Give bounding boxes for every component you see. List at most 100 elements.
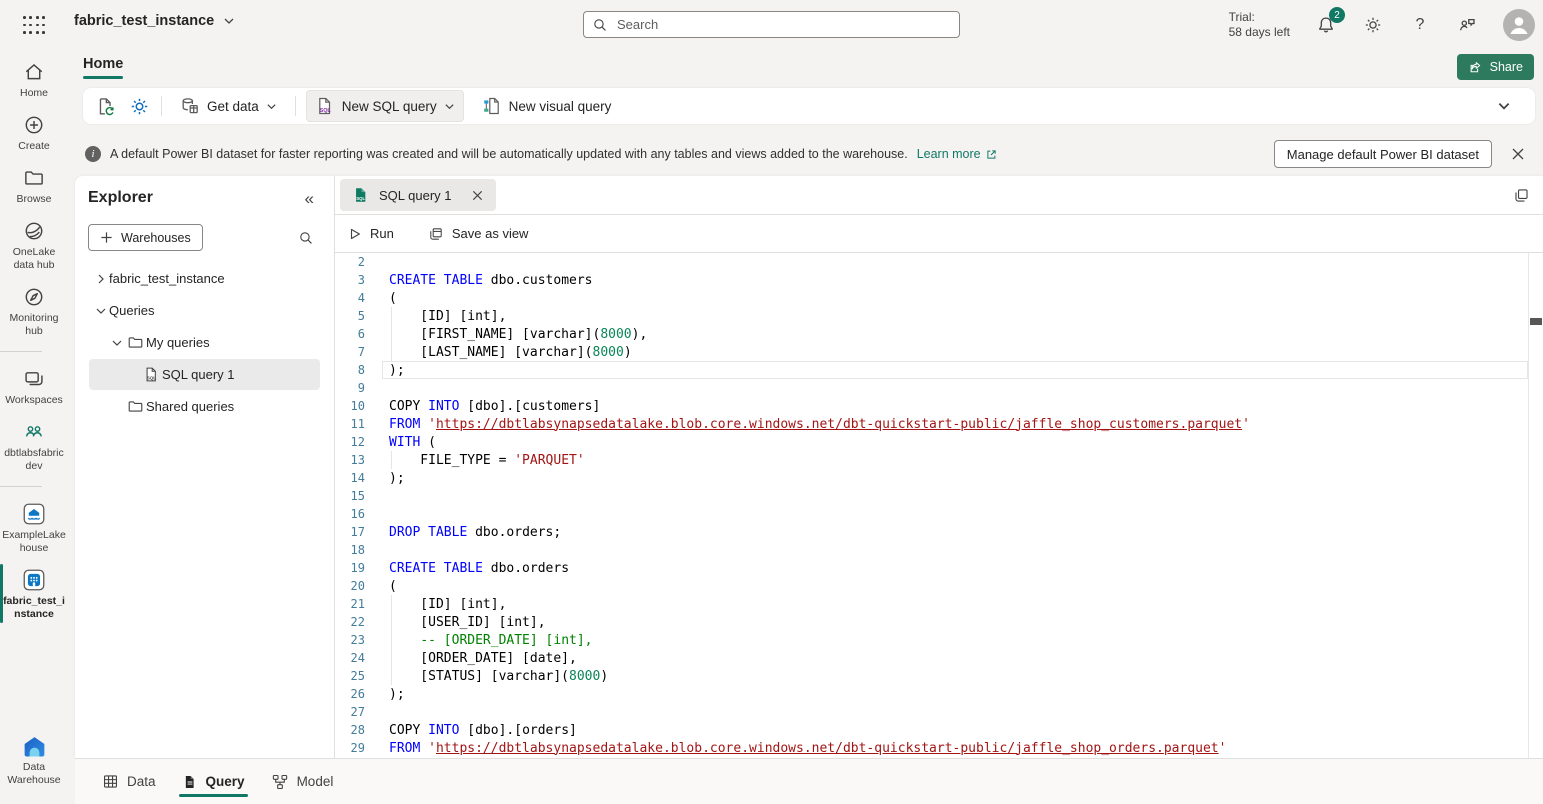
code-text: [FIRST_NAME] [varchar](8000), <box>389 327 647 342</box>
chevron-right-icon[interactable] <box>92 273 109 285</box>
add-warehouses-button[interactable]: Warehouses <box>88 224 203 251</box>
workspace-name: fabric_test_instance <box>74 13 214 29</box>
run-button[interactable]: Run <box>348 226 394 241</box>
save-as-view-button[interactable]: Save as view <box>428 226 529 242</box>
rail-item-workspaces[interactable]: Workspaces <box>0 367 68 407</box>
rail-item-dbtlabsfabricdev[interactable]: dbtlabsfabricdev <box>0 420 68 473</box>
notifications-button[interactable]: 2 <box>1315 14 1337 36</box>
tree-item-label: SQL query 1 <box>162 367 235 382</box>
code-line-16: 16 <box>335 505 1543 523</box>
code-line-26: 26); <box>335 685 1543 703</box>
rail-item-monitoring-hub[interactable]: Monitoring hub <box>0 285 68 338</box>
get-data-button[interactable]: Get data <box>172 91 285 121</box>
tab-sql-query-1[interactable]: SQL SQL query 1 <box>340 179 496 211</box>
code-line-8: 8); <box>335 361 1543 379</box>
code-text: COPY INTO [dbo].[customers] <box>389 399 600 414</box>
feedback-button[interactable] <box>1456 14 1478 36</box>
new-visual-query-button[interactable]: New visual query <box>474 91 620 121</box>
line-number: 15 <box>335 489 365 503</box>
settings-button[interactable] <box>1362 14 1384 36</box>
rail-item-browse[interactable]: Browse <box>0 166 68 206</box>
copy-icon[interactable] <box>1513 187 1530 204</box>
rail-item-label: Home <box>2 87 66 100</box>
learn-more-label: Learn more <box>917 147 981 161</box>
content-card: Explorer « Warehouses fabric_test_instan… <box>75 176 1543 758</box>
code-text: [ID] [int], <box>389 597 506 612</box>
share-icon <box>1468 60 1483 75</box>
banner-close-button[interactable] <box>1507 143 1529 165</box>
code-text: ); <box>389 471 405 486</box>
code-text: [USER_ID] [int], <box>389 615 546 630</box>
collapse-panel-icon[interactable]: « <box>305 190 314 207</box>
avatar[interactable] <box>1503 9 1535 41</box>
database-icon <box>180 96 200 116</box>
line-number: 11 <box>335 417 365 431</box>
learn-more-link[interactable]: Learn more <box>917 147 998 161</box>
code-line-12: 12WITH ( <box>335 433 1543 451</box>
code-line-25: 25 [STATUS] [varchar](8000) <box>335 667 1543 685</box>
help-button[interactable]: ? <box>1409 14 1431 36</box>
divider <box>161 96 162 116</box>
share-button[interactable]: Share <box>1457 54 1534 80</box>
line-number: 19 <box>335 561 365 575</box>
explorer-search-icon[interactable] <box>298 230 314 246</box>
rail-item-onelake-data-hub[interactable]: OneLake data hub <box>0 219 68 272</box>
banner-message: A default Power BI dataset for faster re… <box>110 147 908 161</box>
tree-item-queries[interactable]: Queries <box>89 295 320 326</box>
toolbar-expand-chevron[interactable] <box>1497 99 1511 113</box>
code-text: DROP TABLE dbo.orders; <box>389 525 561 540</box>
rail-item-create[interactable]: Create <box>0 113 68 153</box>
workspace-switcher[interactable]: fabric_test_instance <box>74 13 235 29</box>
code-text: [STATUS] [varchar](8000) <box>389 669 608 684</box>
tree-item-my-queries[interactable]: My queries <box>89 327 320 358</box>
line-number: 28 <box>335 723 365 737</box>
tree-item-shared-queries[interactable]: Shared queries <box>89 391 320 422</box>
new-sql-query-button[interactable]: SQL New SQL query <box>306 90 464 122</box>
line-number: 26 <box>335 687 365 701</box>
refresh-document-button[interactable] <box>93 94 117 118</box>
code-line-2: 2 <box>335 253 1543 271</box>
view-tab-data[interactable]: Data <box>99 759 159 804</box>
tree-item-label: Shared queries <box>146 399 234 414</box>
tree-item-fabric-test-instance[interactable]: fabric_test_instance <box>89 263 320 294</box>
tree-item-label: Queries <box>109 303 155 318</box>
search-input[interactable] <box>615 16 951 33</box>
code-line-5: 5 [ID] [int], <box>335 307 1543 325</box>
explorer-panel: Explorer « Warehouses fabric_test_instan… <box>75 176 335 758</box>
rail-item-fabric-test-instance[interactable]: fabric_test_instance <box>0 568 68 621</box>
sql-editor[interactable]: 23CREATE TABLE dbo.customers4(5 [ID] [in… <box>335 253 1543 758</box>
rail-item-label: Monitoring hub <box>2 312 66 338</box>
code-text: FROM 'https://dbtlabsynapsedatalake.blob… <box>389 417 1250 432</box>
tree-item-sql-query-1[interactable]: SQLSQL query 1 <box>89 359 320 390</box>
rail-item-home[interactable]: Home <box>0 60 68 100</box>
view-tab-query[interactable]: Query <box>179 759 248 804</box>
manage-default-dataset-button[interactable]: Manage default Power BI dataset <box>1274 140 1492 168</box>
scrollbar-thumb[interactable] <box>1530 318 1542 325</box>
settings-gear-button[interactable] <box>127 94 151 118</box>
code-text: FILE_TYPE = 'PARQUET' <box>389 453 585 468</box>
rail-item-data-warehouse[interactable]: Data Warehouse <box>0 734 68 787</box>
save-as-view-icon <box>428 226 444 242</box>
line-number: 4 <box>335 291 365 305</box>
model-icon <box>271 773 289 791</box>
warehouse-icon <box>21 568 47 592</box>
create-icon <box>23 113 45 137</box>
close-tab-icon[interactable] <box>471 189 484 202</box>
data-warehouse-icon <box>21 734 48 758</box>
rail-item-examplelakehouse[interactable]: ExampleLakehouse <box>0 502 68 555</box>
chevron-down-icon[interactable] <box>108 337 125 349</box>
query-doc-icon <box>182 774 198 790</box>
view-tab-model[interactable]: Model <box>268 759 337 804</box>
tab-home[interactable]: Home <box>83 56 123 79</box>
chevron-down-icon[interactable] <box>92 305 109 317</box>
code-text: [ID] [int], <box>389 309 506 324</box>
close-icon <box>1511 147 1525 161</box>
chevron-down-icon <box>266 101 277 112</box>
top-header: fabric_test_instance Trial: 58 days left… <box>0 0 1543 50</box>
left-rail-bottom: Data Warehouse <box>0 734 68 800</box>
line-number: 10 <box>335 399 365 413</box>
app-launcher-icon[interactable] <box>21 14 47 36</box>
line-number: 29 <box>335 741 365 755</box>
code-line-13: 13 FILE_TYPE = 'PARQUET' <box>335 451 1543 469</box>
rail-item-label: Browse <box>2 193 66 206</box>
